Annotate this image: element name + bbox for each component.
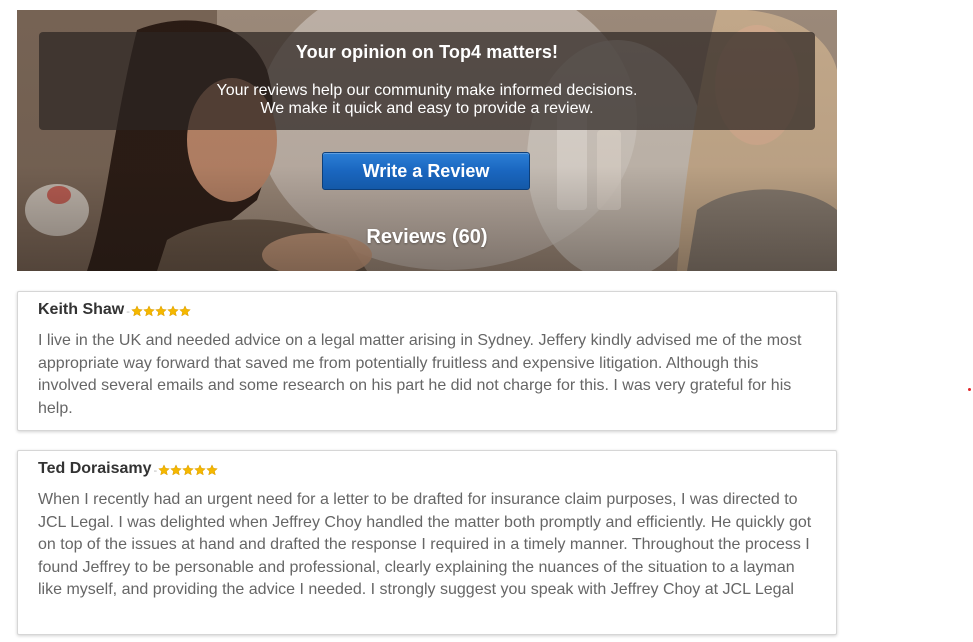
review-header: Keith Shaw - xyxy=(38,301,191,319)
star-rating xyxy=(158,464,219,476)
star-icon xyxy=(155,305,167,317)
star-icon xyxy=(158,464,171,476)
star-icon xyxy=(167,305,179,317)
hero-title: Your opinion on Top4 matters! xyxy=(295,42,559,62)
review-card: Keith Shaw - I live in the UK and needed… xyxy=(17,291,837,431)
star-icon xyxy=(131,305,143,317)
review-hero-banner: Your opinion on Top4 matters! Your revie… xyxy=(17,10,837,271)
name-separator: - xyxy=(126,305,130,318)
write-review-button[interactable]: Write a Review xyxy=(322,152,530,190)
reviewer-name: Ted Doraisamy xyxy=(38,460,152,477)
star-icon xyxy=(206,464,219,476)
star-icon xyxy=(170,464,183,476)
star-icon xyxy=(179,305,191,317)
hero-subtitle-line-1: Your reviews help our community make inf… xyxy=(216,82,638,99)
star-icon xyxy=(182,464,195,476)
review-header: Ted Doraisamy - xyxy=(38,460,219,478)
red-dot-marker xyxy=(968,388,971,391)
star-icon xyxy=(143,305,155,317)
star-rating xyxy=(131,305,191,317)
hero-subtitle-line-2: We make it quick and easy to provide a r… xyxy=(260,100,594,117)
star-icon xyxy=(194,464,207,476)
review-text: I live in the UK and needed advice on a … xyxy=(38,332,802,417)
hero-message-panel: Your opinion on Top4 matters! Your revie… xyxy=(39,32,815,130)
reviews-count-heading: Reviews (60) xyxy=(366,226,488,248)
name-separator: - xyxy=(153,464,158,477)
review-text: When I recently had an urgent need for a… xyxy=(38,491,812,598)
page: Your opinion on Top4 matters! Your revie… xyxy=(0,0,973,642)
review-card: Ted Doraisamy - When I recently had an u… xyxy=(17,450,837,635)
reviewer-name: Keith Shaw xyxy=(38,301,125,318)
